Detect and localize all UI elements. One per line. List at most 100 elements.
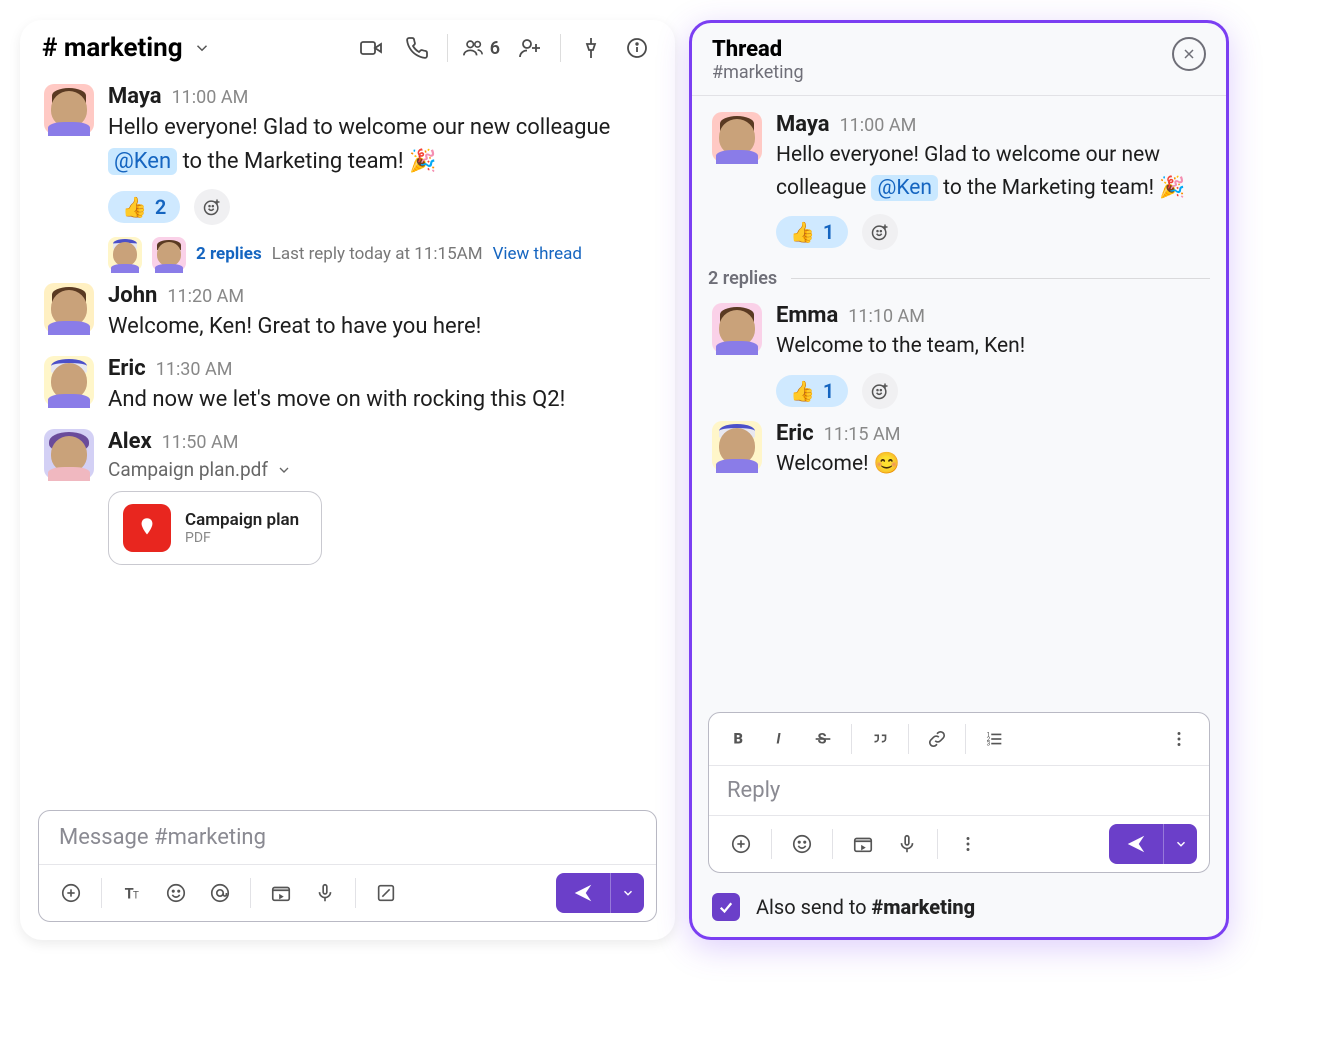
- channel-actions: 6: [355, 32, 653, 64]
- quote-button[interactable]: [860, 719, 900, 759]
- reaction-count: 1: [823, 379, 834, 403]
- avatar[interactable]: [44, 283, 94, 333]
- video-record-button[interactable]: [261, 873, 301, 913]
- file-type: PDF: [185, 530, 299, 546]
- message-author[interactable]: Alex: [108, 429, 152, 454]
- svg-text:3: 3: [987, 739, 991, 747]
- message-list: Maya 11:00 AM Hello everyone! Glad to we…: [20, 78, 675, 804]
- message-time: 11:15 AM: [824, 424, 901, 445]
- add-member-button[interactable]: [514, 32, 546, 64]
- file-attachment[interactable]: Campaign plan PDF: [108, 491, 322, 565]
- mention[interactable]: @Ken: [871, 175, 938, 201]
- channel-panel: # marketing 6: [20, 20, 675, 940]
- chevron-down-icon: [276, 462, 292, 478]
- italic-button[interactable]: I: [761, 719, 801, 759]
- replies-divider: 2 replies: [708, 268, 1210, 289]
- send-reply-button[interactable]: [1109, 824, 1163, 864]
- message-composer: Message #marketing TT: [38, 810, 657, 922]
- thread-composer: B I S 123 Reply: [708, 712, 1210, 873]
- send-options-button[interactable]: [610, 873, 644, 913]
- add-reaction-button[interactable]: [194, 189, 230, 225]
- thread-summary[interactable]: 2 replies Last reply today at 11:15AM Vi…: [108, 237, 657, 271]
- members-button[interactable]: 6: [462, 37, 500, 59]
- message-author[interactable]: John: [108, 283, 157, 308]
- avatar[interactable]: [712, 421, 762, 471]
- avatar[interactable]: [44, 84, 94, 134]
- svg-text:I: I: [776, 730, 781, 748]
- add-reaction-button[interactable]: [862, 373, 898, 409]
- avatar[interactable]: [712, 303, 762, 353]
- svg-text:B: B: [734, 730, 743, 748]
- avatar[interactable]: [44, 429, 94, 479]
- emoji-button[interactable]: [156, 873, 196, 913]
- channel-info-button[interactable]: [621, 32, 653, 64]
- pinned-button[interactable]: [575, 32, 607, 64]
- also-send-label: Also send to #marketing: [756, 895, 975, 919]
- close-thread-button[interactable]: [1172, 37, 1206, 71]
- also-send-row[interactable]: Also send to #marketing: [692, 881, 1226, 937]
- bold-button[interactable]: B: [719, 719, 759, 759]
- reply-input[interactable]: Reply: [709, 766, 1209, 816]
- list-button[interactable]: 123: [974, 719, 1014, 759]
- message: Maya 11:00 AM Hello everyone! Glad to we…: [38, 78, 663, 277]
- channel-name: # marketing: [42, 33, 183, 63]
- emoji-button[interactable]: [782, 824, 822, 864]
- message-time: 11:00 AM: [172, 87, 249, 108]
- message-author[interactable]: Eric: [776, 421, 814, 446]
- more-actions-button[interactable]: [948, 824, 988, 864]
- more-format-button[interactable]: [1159, 719, 1199, 759]
- add-attachment-button[interactable]: [721, 824, 761, 864]
- video-record-button[interactable]: [843, 824, 883, 864]
- also-send-checkbox[interactable]: [712, 893, 740, 921]
- avatar: [152, 237, 186, 271]
- audio-record-button[interactable]: [305, 873, 345, 913]
- channel-title[interactable]: # marketing: [42, 33, 211, 63]
- view-thread-link[interactable]: View thread: [493, 244, 582, 264]
- add-attachment-button[interactable]: [51, 873, 91, 913]
- formatting-button[interactable]: TT: [112, 873, 152, 913]
- message-text: Welcome to the team, Ken!: [776, 330, 1206, 363]
- avatar[interactable]: [44, 356, 94, 406]
- strikethrough-button[interactable]: S: [803, 719, 843, 759]
- message-time: 11:00 AM: [840, 115, 917, 136]
- message-author[interactable]: Maya: [776, 112, 830, 137]
- audio-record-button[interactable]: [887, 824, 927, 864]
- message-time: 11:30 AM: [156, 359, 233, 380]
- reaction-pill[interactable]: 👍 1: [776, 375, 848, 407]
- video-call-button[interactable]: [355, 32, 387, 64]
- thread-title: Thread: [712, 37, 804, 62]
- thread-messages: Maya 11:00 AM Hello everyone! Glad to we…: [692, 96, 1226, 702]
- message-author[interactable]: Emma: [776, 303, 838, 328]
- message: Eric 11:30 AM And now we let's move on w…: [38, 350, 663, 423]
- reaction-pill[interactable]: 👍 1: [776, 216, 848, 248]
- send-reply-options-button[interactable]: [1163, 824, 1197, 864]
- attachment-toggle[interactable]: Campaign plan.pdf: [108, 458, 657, 481]
- add-reaction-button[interactable]: [862, 214, 898, 250]
- avatar[interactable]: [712, 112, 762, 162]
- send-button[interactable]: [556, 873, 610, 913]
- message-time: 11:20 AM: [167, 286, 244, 307]
- message-text: Welcome! 😊: [776, 448, 1206, 481]
- pdf-icon: [123, 504, 171, 552]
- message-text: Welcome, Ken! Great to have you here!: [108, 310, 657, 344]
- message-author[interactable]: Maya: [108, 84, 162, 109]
- mention-button[interactable]: [200, 873, 240, 913]
- thumbs-up-icon: 👍: [122, 195, 147, 219]
- composer-toolbar: TT: [39, 865, 656, 921]
- divider: [447, 34, 448, 62]
- reaction-pill[interactable]: 👍 2: [108, 191, 180, 223]
- divider: [560, 34, 561, 62]
- message-author[interactable]: Eric: [108, 356, 146, 381]
- attachment-name: Campaign plan.pdf: [108, 458, 268, 481]
- composer-input[interactable]: Message #marketing: [39, 811, 656, 865]
- channel-header: # marketing 6: [20, 20, 675, 78]
- audio-call-button[interactable]: [401, 32, 433, 64]
- message-time: 11:10 AM: [848, 306, 925, 327]
- link-button[interactable]: [917, 719, 957, 759]
- message-text: Hello everyone! Glad to welcome our new …: [108, 111, 657, 179]
- reaction-count: 1: [823, 220, 834, 244]
- reaction-count: 2: [155, 195, 166, 219]
- shortcut-button[interactable]: [366, 873, 406, 913]
- thumbs-up-icon: 👍: [790, 220, 815, 244]
- mention[interactable]: @Ken: [108, 148, 177, 175]
